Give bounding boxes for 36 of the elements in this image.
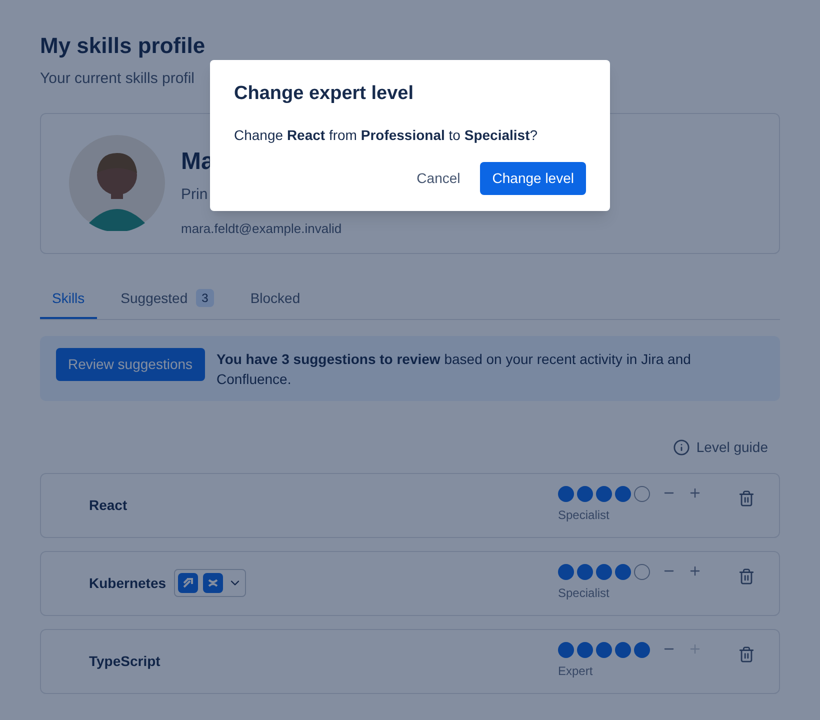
review-suggestions-button[interactable]: Review suggestions xyxy=(56,348,205,380)
dialog-title: Change expert level xyxy=(234,82,415,106)
plus-icon xyxy=(688,642,702,656)
page-subtitle: Your current skills profil xyxy=(40,69,196,89)
change-level-button[interactable]: Change level xyxy=(480,162,586,194)
profile-role: Prin xyxy=(181,185,209,205)
level-label: Expert xyxy=(558,663,594,680)
trash-icon xyxy=(738,490,755,507)
banner-text: You have 3 suggestions to review based on your recent activity in Jira and Confluence. xyxy=(216,350,692,388)
skill-name: TypeScript xyxy=(89,652,160,671)
trash-icon xyxy=(738,568,755,585)
sources-dropdown[interactable] xyxy=(174,569,246,597)
dialog-message: Change React from Professional to Specialist? xyxy=(234,126,539,145)
level-label: Specialist xyxy=(558,585,610,602)
info-icon xyxy=(673,438,690,456)
delete-button[interactable] xyxy=(738,568,755,585)
cancel-button[interactable]: Cancel xyxy=(404,162,472,194)
skill-name: Kubernetes xyxy=(89,574,166,592)
app-icon xyxy=(178,573,198,593)
page-title: My skills profile xyxy=(40,32,206,60)
delete-button[interactable] xyxy=(738,490,755,507)
tab[interactable]: Suggested 3 xyxy=(108,288,226,318)
increase-button[interactable] xyxy=(688,486,702,500)
plus-icon xyxy=(688,564,702,578)
app-icon xyxy=(203,573,224,593)
tab[interactable]: Blocked xyxy=(238,288,312,318)
count-badge: 3 xyxy=(196,289,214,307)
level-guide-link[interactable]: Level guide xyxy=(673,436,768,458)
increase-button[interactable] xyxy=(688,564,702,578)
plus-icon xyxy=(688,486,702,500)
trash-icon xyxy=(738,646,755,663)
level-label: Specialist xyxy=(558,507,610,524)
skill-name: React xyxy=(89,496,128,514)
tab[interactable]: Skills xyxy=(40,288,97,318)
profile-email: mara.feldt@example.invalid xyxy=(181,220,342,238)
delete-button[interactable] xyxy=(738,646,755,663)
